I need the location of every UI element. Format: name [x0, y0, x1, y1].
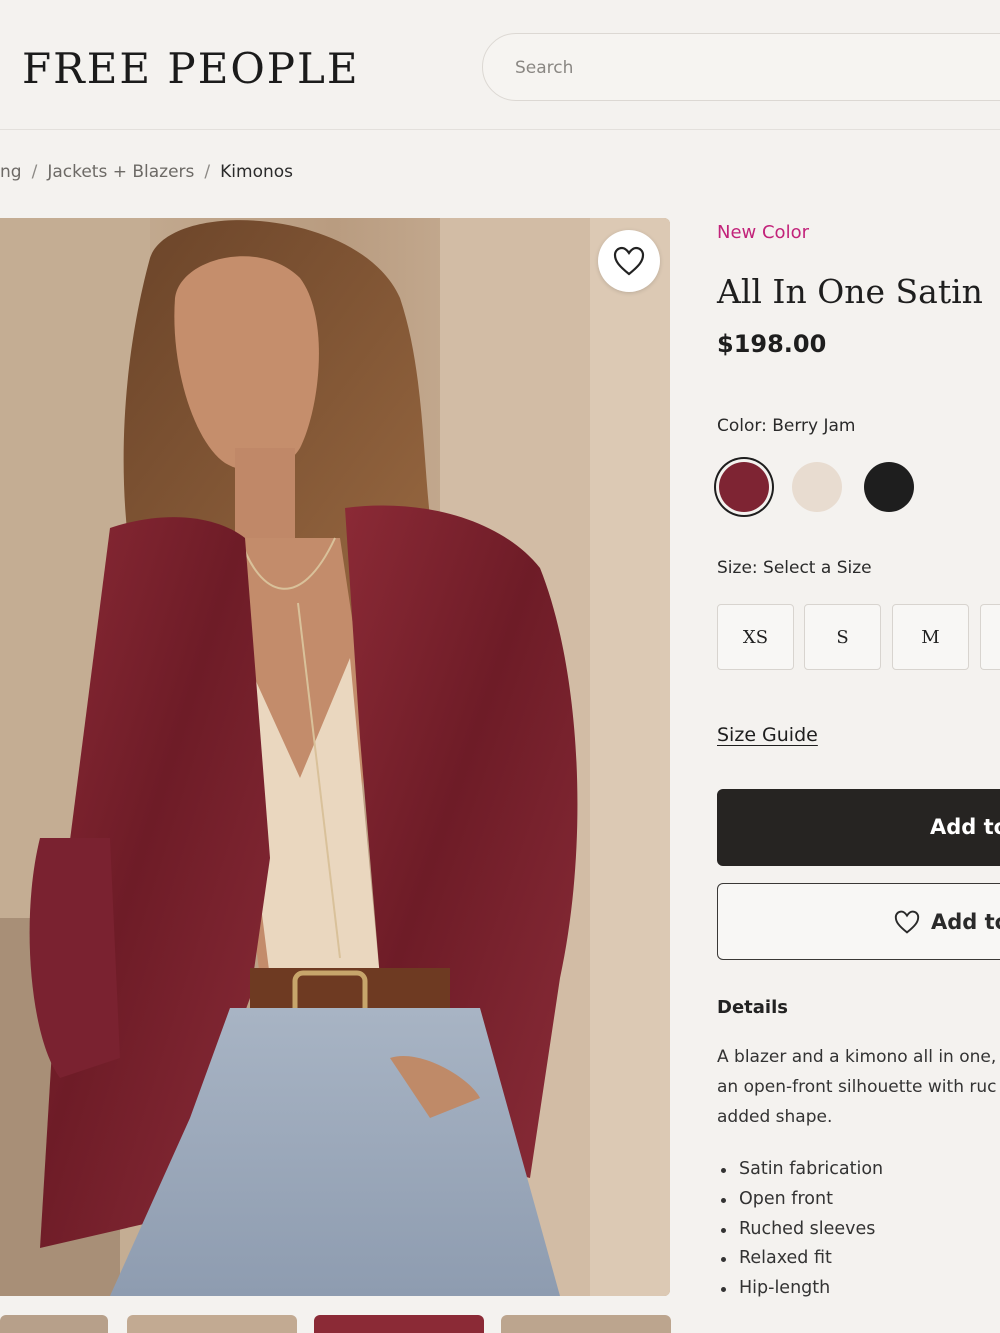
- thumbnail-2[interactable]: [127, 1315, 297, 1333]
- swatch-black[interactable]: [864, 462, 914, 512]
- size-l-button[interactable]: [980, 604, 1000, 670]
- product-description: A blazer and a kimono all in one, t an o…: [717, 1042, 1000, 1132]
- heart-icon: [613, 246, 645, 276]
- feature-item: Relaxed fit: [717, 1244, 883, 1274]
- breadcrumb-separator: /: [31, 162, 38, 182]
- swatch-berry-jam[interactable]: [719, 462, 769, 512]
- feature-list: Satin fabrication Open front Ruched slee…: [717, 1155, 883, 1304]
- size-m-button[interactable]: M: [892, 604, 969, 670]
- add-to-bag-button[interactable]: Add to: [717, 789, 1000, 866]
- breadcrumb-separator: /: [204, 162, 211, 182]
- color-label: Color: Berry Jam: [717, 416, 856, 436]
- size-xs-button[interactable]: XS: [717, 604, 794, 670]
- size-guide-link[interactable]: Size Guide: [717, 724, 818, 746]
- product-badge-wrap: New Color: [717, 222, 1000, 243]
- add-to-wishlist-button[interactable]: Add to: [717, 883, 1000, 960]
- details-heading: Details: [717, 997, 788, 1018]
- description-line: added shape.: [717, 1107, 833, 1127]
- feature-item: Hip-length: [717, 1274, 883, 1304]
- brand-logo[interactable]: FREE PEOPLE: [22, 44, 360, 93]
- search-bar[interactable]: [482, 33, 1000, 101]
- breadcrumb-item-clothing[interactable]: ng: [0, 162, 22, 182]
- add-to-bag-label: Add to: [930, 815, 1000, 839]
- swatch-cream[interactable]: [792, 462, 842, 512]
- product-title: All In One Satin: [717, 272, 983, 311]
- favorite-button[interactable]: [598, 230, 660, 292]
- heart-outline-icon: [894, 910, 920, 934]
- thumbnail-4[interactable]: [501, 1315, 671, 1333]
- breadcrumb: ng / Jackets + Blazers / Kimonos: [0, 162, 293, 186]
- size-label: Size: Select a Size: [717, 558, 872, 578]
- size-s-button[interactable]: S: [804, 604, 881, 670]
- add-to-wishlist-label: Add to: [931, 910, 1000, 934]
- thumbnail-3[interactable]: [314, 1315, 484, 1333]
- description-line: A blazer and a kimono all in one, t: [717, 1047, 1000, 1067]
- feature-item: Open front: [717, 1185, 883, 1215]
- model-photo-illustration: [0, 218, 670, 1296]
- site-header: FREE PEOPLE: [0, 0, 1000, 130]
- search-input[interactable]: [515, 54, 995, 82]
- new-color-badge: New Color: [717, 222, 809, 243]
- feature-item: Ruched sleeves: [717, 1215, 883, 1245]
- description-line: an open-front silhouette with ruc: [717, 1077, 997, 1097]
- breadcrumb-item-kimonos: Kimonos: [220, 162, 294, 182]
- breadcrumb-item-jackets-blazers[interactable]: Jackets + Blazers: [47, 162, 194, 182]
- product-price: $198.00: [717, 330, 827, 358]
- thumbnail-1[interactable]: [0, 1315, 108, 1333]
- product-image[interactable]: [0, 218, 670, 1296]
- feature-item: Satin fabrication: [717, 1155, 883, 1185]
